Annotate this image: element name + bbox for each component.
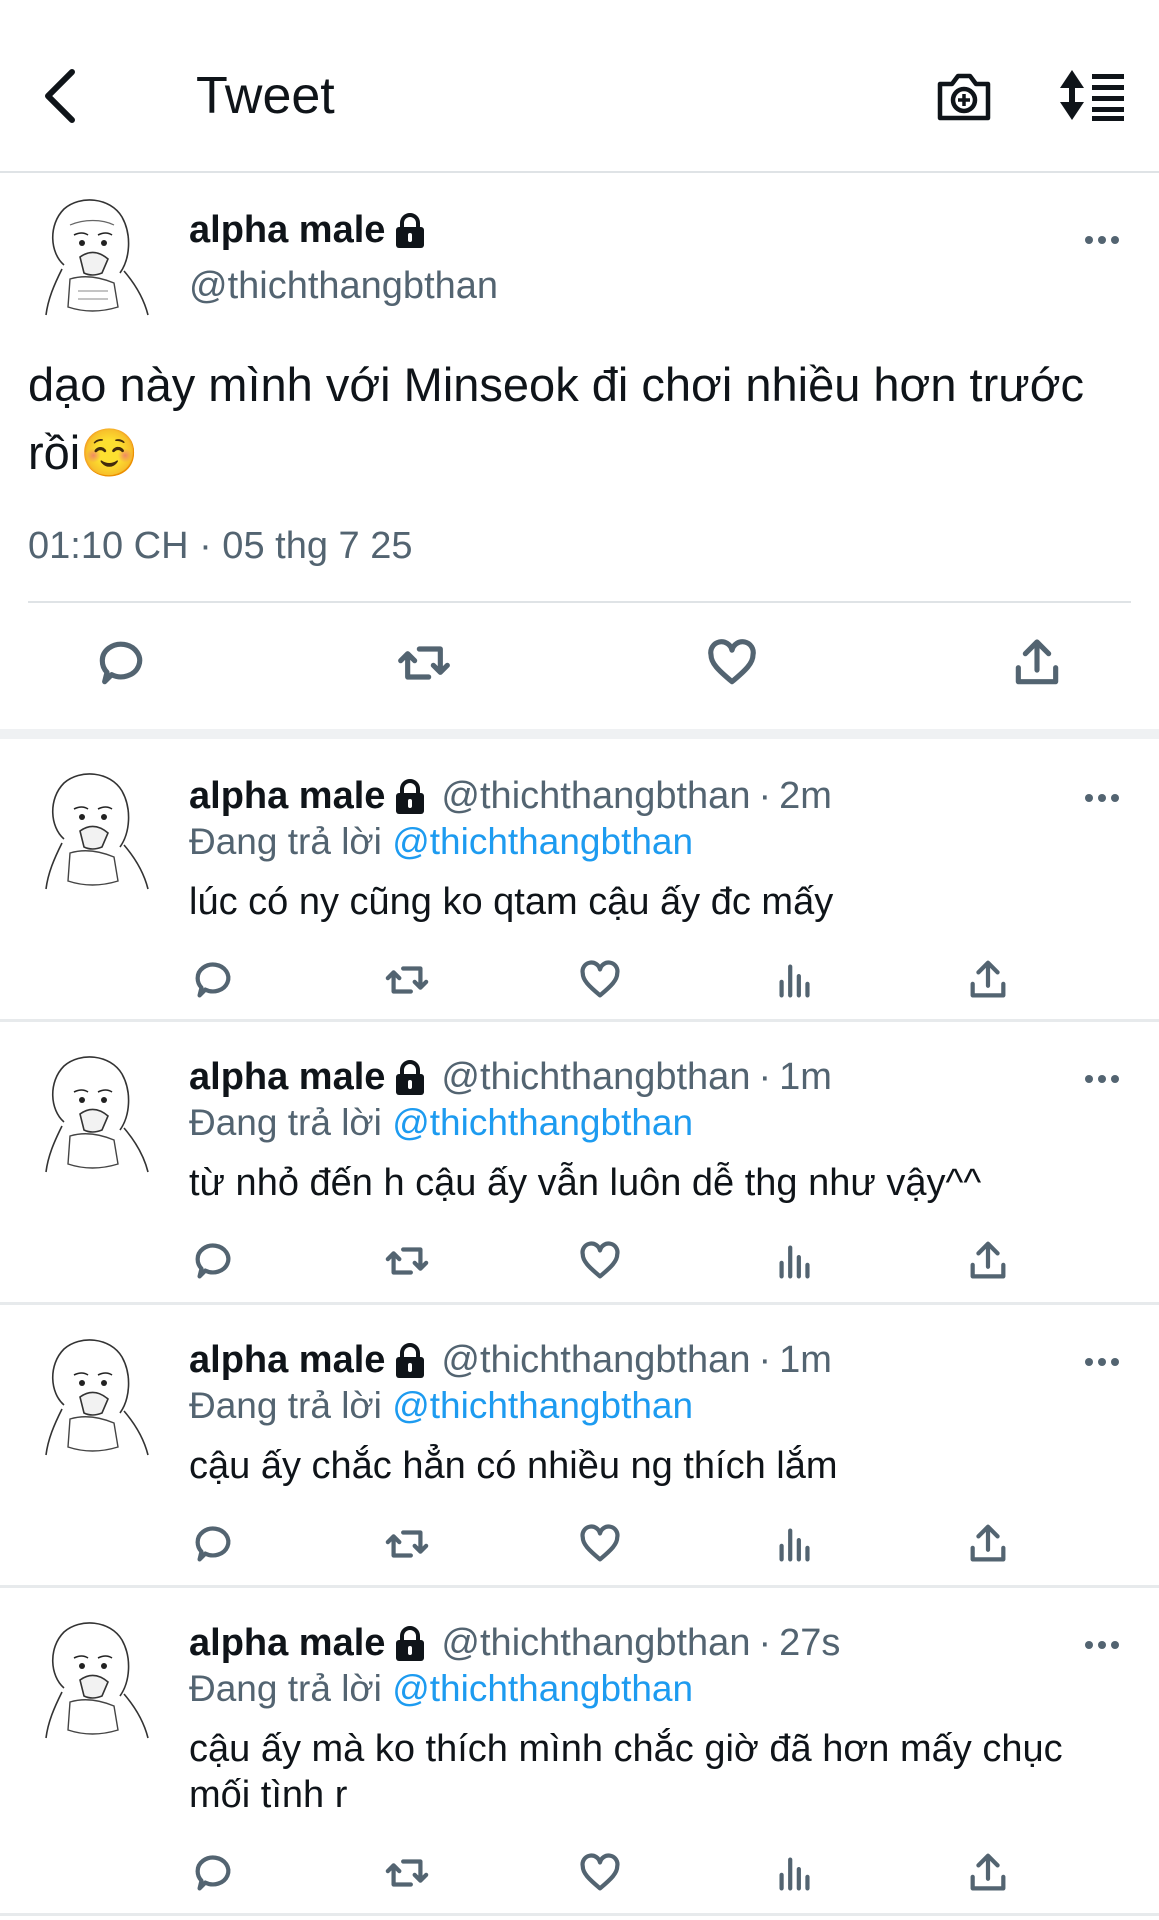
author-name[interactable]: alpha male	[189, 775, 385, 818]
author-name[interactable]: alpha male	[189, 209, 385, 252]
main-tweet: alpha male @thichthangbthan dạo này mình…	[0, 173, 1159, 739]
more-icon[interactable]	[1084, 1355, 1120, 1369]
lock-icon	[393, 212, 427, 249]
like-icon[interactable]	[577, 1521, 623, 1567]
mention-link[interactable]: @thichthangbthan	[392, 821, 693, 862]
mention-link[interactable]: @thichthangbthan	[392, 1668, 693, 1709]
like-icon[interactable]	[577, 1238, 623, 1284]
tweet-text: cậu ấy mà ko thích mình chắc giờ đã hơn …	[189, 1728, 1063, 1816]
replying-label: Đang trả lời	[189, 1102, 382, 1143]
author-row: alpha male @thichthangbthan · 2m	[189, 775, 832, 818]
separator-dot: ·	[758, 1056, 772, 1098]
replying-to: Đang trả lời @thichthangbthan	[189, 821, 693, 863]
share-icon[interactable]	[965, 1238, 1011, 1284]
tweet-text: từ nhỏ đến h cậu ấy vẫn luôn dễ thg như …	[189, 1162, 982, 1204]
author-row: alpha male	[189, 209, 427, 252]
author-name[interactable]: alpha male	[189, 1056, 385, 1099]
lock-icon	[393, 778, 427, 815]
tweet-timestamp[interactable]: 01:10 CH · 05 thg 7 25	[28, 525, 412, 568]
reply-icon[interactable]	[190, 1850, 236, 1896]
author-name[interactable]: alpha male	[189, 1622, 385, 1665]
retweet-icon[interactable]	[384, 1521, 430, 1567]
tweet-text: lúc có ny cũng ko qtam cậu ấy đc mấy	[189, 881, 834, 923]
retweet-icon[interactable]	[396, 635, 452, 691]
lock-icon	[393, 1342, 427, 1379]
author-handle[interactable]: @thichthangbthan	[441, 1056, 750, 1099]
author-row: alpha male @thichthangbthan · 1m	[189, 1056, 832, 1099]
replying-to: Đang trả lời @thichthangbthan	[189, 1385, 693, 1427]
like-icon[interactable]	[577, 957, 623, 1003]
share-icon[interactable]	[965, 957, 1011, 1003]
reply-tweet[interactable]: alpha male @thichthangbthan · 1m Đang tr…	[0, 1305, 1159, 1588]
tweet-text: cậu ấy chắc hẳn có nhiều ng thích lắm	[189, 1445, 838, 1487]
separator-dot: ·	[758, 1339, 772, 1381]
reply-icon[interactable]	[190, 1521, 236, 1567]
tweet-time: 2m	[779, 775, 832, 817]
author-handle[interactable]: @thichthangbthan	[189, 265, 498, 308]
mention-link[interactable]: @thichthangbthan	[392, 1385, 693, 1426]
like-icon[interactable]	[704, 635, 760, 691]
reply-tweet[interactable]: alpha male @thichthangbthan · 1m Đang tr…	[0, 1022, 1159, 1305]
more-icon[interactable]	[1084, 791, 1120, 805]
author-row: alpha male @thichthangbthan · 1m	[189, 1339, 832, 1382]
lock-icon	[393, 1059, 427, 1096]
lock-icon	[393, 1625, 427, 1662]
retweet-icon[interactable]	[384, 1238, 430, 1284]
views-icon[interactable]	[772, 1521, 818, 1567]
author-handle[interactable]: @thichthangbthan	[441, 775, 750, 818]
page-title: Tweet	[196, 67, 335, 125]
reply-tweet[interactable]: alpha male @thichthangbthan · 27s Đang t…	[0, 1588, 1159, 1916]
author-handle[interactable]: @thichthangbthan	[441, 1622, 750, 1665]
back-arrow-icon[interactable]	[40, 68, 80, 124]
tweet-time: 27s	[779, 1622, 841, 1664]
reply-tweet[interactable]: alpha male @thichthangbthan · 2m Đang tr…	[0, 739, 1159, 1022]
tweet-text: dạo này mình với Minseok đi chơi nhiều h…	[28, 358, 1085, 479]
avatar[interactable]	[40, 769, 156, 895]
author-name[interactable]: alpha male	[189, 1339, 385, 1382]
more-icon[interactable]	[1084, 233, 1120, 247]
tweet-time: 1m	[779, 1056, 832, 1098]
retweet-icon[interactable]	[384, 957, 430, 1003]
more-icon[interactable]	[1084, 1638, 1120, 1652]
more-icon[interactable]	[1084, 1072, 1120, 1086]
separator-dot: ·	[758, 775, 772, 817]
camera-icon[interactable]	[934, 68, 994, 124]
reply-icon[interactable]	[93, 635, 149, 691]
reply-icon[interactable]	[190, 1238, 236, 1284]
share-icon[interactable]	[965, 1850, 1011, 1896]
sort-icon[interactable]	[1058, 68, 1128, 122]
views-icon[interactable]	[772, 1238, 818, 1284]
avatar[interactable]	[40, 1052, 156, 1178]
tweet-time: 1m	[779, 1339, 832, 1381]
mention-link[interactable]: @thichthangbthan	[392, 1102, 693, 1143]
avatar[interactable]	[40, 1335, 156, 1461]
reply-icon[interactable]	[190, 957, 236, 1003]
top-bar: Tweet	[0, 0, 1159, 173]
author-handle[interactable]: @thichthangbthan	[441, 1339, 750, 1382]
replying-label: Đang trả lời	[189, 821, 382, 862]
divider	[28, 601, 1131, 603]
like-icon[interactable]	[577, 1850, 623, 1896]
avatar[interactable]	[40, 1618, 156, 1744]
share-icon[interactable]	[965, 1521, 1011, 1567]
replying-label: Đang trả lời	[189, 1668, 382, 1709]
author-row: alpha male @thichthangbthan · 27s	[189, 1622, 840, 1665]
separator-dot: ·	[758, 1622, 772, 1664]
retweet-icon[interactable]	[384, 1850, 430, 1896]
views-icon[interactable]	[772, 957, 818, 1003]
replying-label: Đang trả lời	[189, 1385, 382, 1426]
replying-to: Đang trả lời @thichthangbthan	[189, 1668, 693, 1710]
avatar[interactable]	[40, 195, 156, 321]
views-icon[interactable]	[772, 1850, 818, 1896]
share-icon[interactable]	[1009, 635, 1065, 691]
replying-to: Đang trả lời @thichthangbthan	[189, 1102, 693, 1144]
